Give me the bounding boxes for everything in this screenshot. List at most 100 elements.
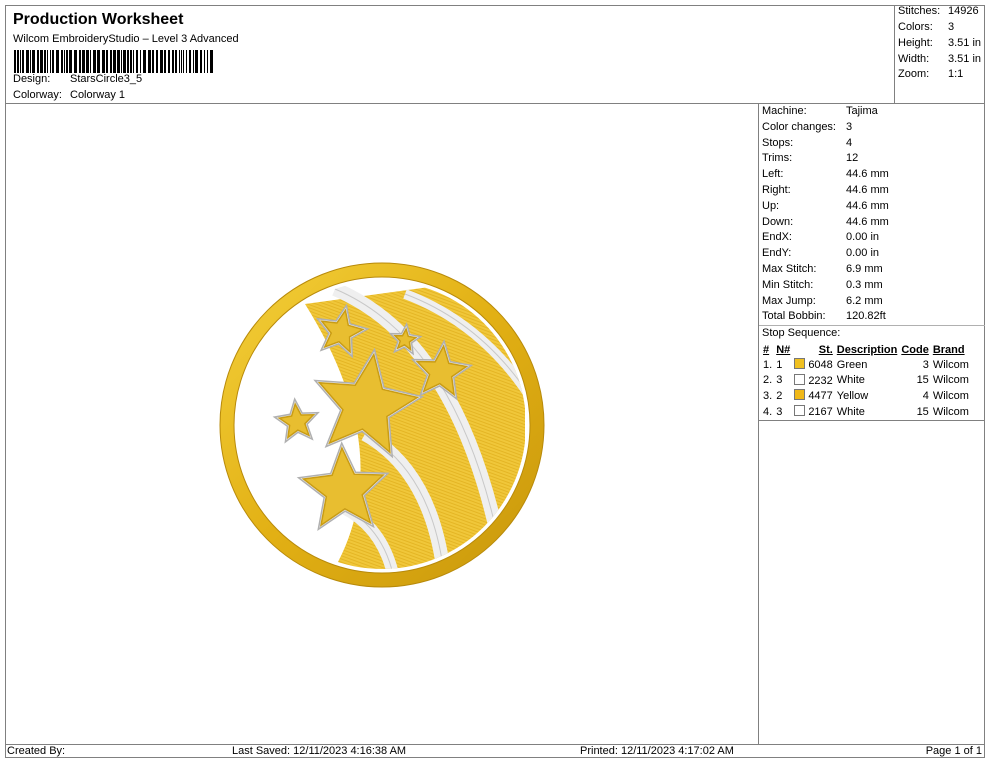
row-num: 4. [763,405,773,418]
color-swatch [794,373,806,385]
info-label: Up: [762,199,780,212]
row-num: 3. [763,389,773,402]
worksheet-header: Production Worksheet Wilcom EmbroiderySt… [5,5,895,104]
row-brand: Wilcom [932,405,969,418]
machine-info-row: EndY: 0.00 in [762,247,879,259]
stop-sequence-title: Stop Sequence: [762,327,841,339]
row-n: 1 [776,358,783,371]
info-value: Tajima [846,105,878,117]
stats-panel: Stitches: 14926 Colors: 3 Height: 3.51 in W… [895,5,985,104]
machine-info-row: Down: 44.6 mm [762,216,889,228]
info-value: 12 [846,152,859,165]
design-label: Design: [13,73,51,85]
table-row: 4. 3 2167 White 15 Wilcom [761,404,971,420]
stat-stitches: Stitches: 14926 [898,5,979,17]
stat-zoom: Zoom: 1:1 [898,68,964,80]
info-value: 0.3 mm [846,278,883,291]
info-label: Total Bobbin: [762,310,826,323]
row-code: 15 [916,405,929,418]
page-title: Production Worksheet [13,11,184,28]
info-value: 0.00 in [846,231,880,244]
row-n: 2 [776,389,783,402]
barcode [14,50,213,73]
col-description: Description [836,343,898,356]
col-brand: Brand [932,343,965,356]
row-description: White [836,405,865,418]
row-n: 3 [776,374,783,387]
design-value: StarsCircle3_5 [70,73,143,85]
row-stitches: 2167 [792,404,835,420]
info-value: 44.6 mm [846,199,889,212]
row-description: Yellow [836,389,869,402]
row-num: 2. [763,374,773,387]
info-value: 44.6 mm [846,184,889,196]
info-value: 6.2 mm [846,294,883,307]
row-stitches: 2232 [792,373,835,389]
info-label: Color changes: [762,120,836,133]
col-code: Code [901,343,929,356]
machine-info-row: EndX: 0.00 in [762,231,879,243]
info-label: Down: [762,215,794,228]
row-stitches: 4477 [792,388,835,404]
table-header-row: # N# St. Description Code Brand [761,342,971,357]
colorway-label: Colorway: [13,89,62,101]
last-saved: Last Saved: 12/11/2023 4:16:38 AM [232,745,407,757]
info-value: 120.82ft [846,310,886,323]
info-label: Machine: [762,105,807,117]
row-code: 15 [916,374,929,387]
info-label: Left: [762,168,784,181]
row-code: 4 [922,389,929,402]
info-value: 4 [846,136,853,149]
created-by: Created By: [7,745,66,757]
color-swatch [794,405,806,417]
color-swatch [794,358,806,370]
info-value: 44.6 mm [846,168,889,181]
row-stitches: 6048 [792,357,835,373]
machine-info-row: Right: 44.6 mm [762,184,889,196]
machine-info-row: Machine: Tajima [762,105,878,117]
machine-info-row: Total Bobbin: 120.82ft [762,310,886,322]
stat-width: Width: 3.51 in [898,53,982,65]
info-label: Right: [762,184,791,196]
row-num: 1. [763,358,773,371]
row-description: Green [836,358,868,371]
info-value: 3 [846,120,853,133]
info-label: Trims: [762,152,793,165]
stat-colors: Colors: 3 [898,21,955,33]
col-st: St. [818,343,833,356]
info-label: EndY: [762,247,792,260]
row-brand: Wilcom [932,358,969,371]
design-preview [5,104,759,744]
stat-height: Height: 3.51 in [898,37,982,49]
info-value: 44.6 mm [846,215,889,228]
col-n: N# [776,343,791,356]
info-value: 0.00 in [846,247,880,260]
machine-info-row: Max Stitch: 6.9 mm [762,263,883,275]
embroidery-design-image [219,262,545,588]
colorway-value: Colorway 1 [70,89,126,101]
page-number: Page 1 of 1 [925,745,982,757]
info-value: 6.9 mm [846,263,883,275]
software-subtitle: Wilcom EmbroideryStudio – Level 3 Advanc… [13,33,239,45]
machine-info-row: Color changes: 3 [762,121,852,133]
machine-info-row: Stops: 4 [762,137,852,149]
row-brand: Wilcom [932,374,969,387]
machine-info-row: Max Jump: 6.2 mm [762,295,883,307]
row-n: 3 [776,405,783,418]
table-row: 2. 3 2232 White 15 Wilcom [761,373,971,389]
info-label: Stops: [762,136,794,149]
stop-sequence-panel: Stop Sequence: # N# St. Description Code… [759,325,985,421]
info-label: EndX: [762,231,792,244]
stop-sequence-table: # N# St. Description Code Brand 1. 1 6048… [761,342,971,419]
footer: Created By: Last Saved: 12/11/2023 4:16:… [5,744,985,758]
info-label: Max Jump: [762,294,816,307]
info-label: Min Stitch: [762,278,814,291]
table-row: 3. 2 4477 Yellow 4 Wilcom [761,388,971,404]
row-brand: Wilcom [932,389,969,402]
color-swatch [794,389,806,401]
colorway-row: Colorway: Colorway 1 [13,89,125,101]
design-row: Design: StarsCircle3_5 [13,73,142,85]
row-code: 3 [922,358,929,371]
machine-info-row: Up: 44.6 mm [762,200,889,212]
row-description: White [836,374,865,387]
